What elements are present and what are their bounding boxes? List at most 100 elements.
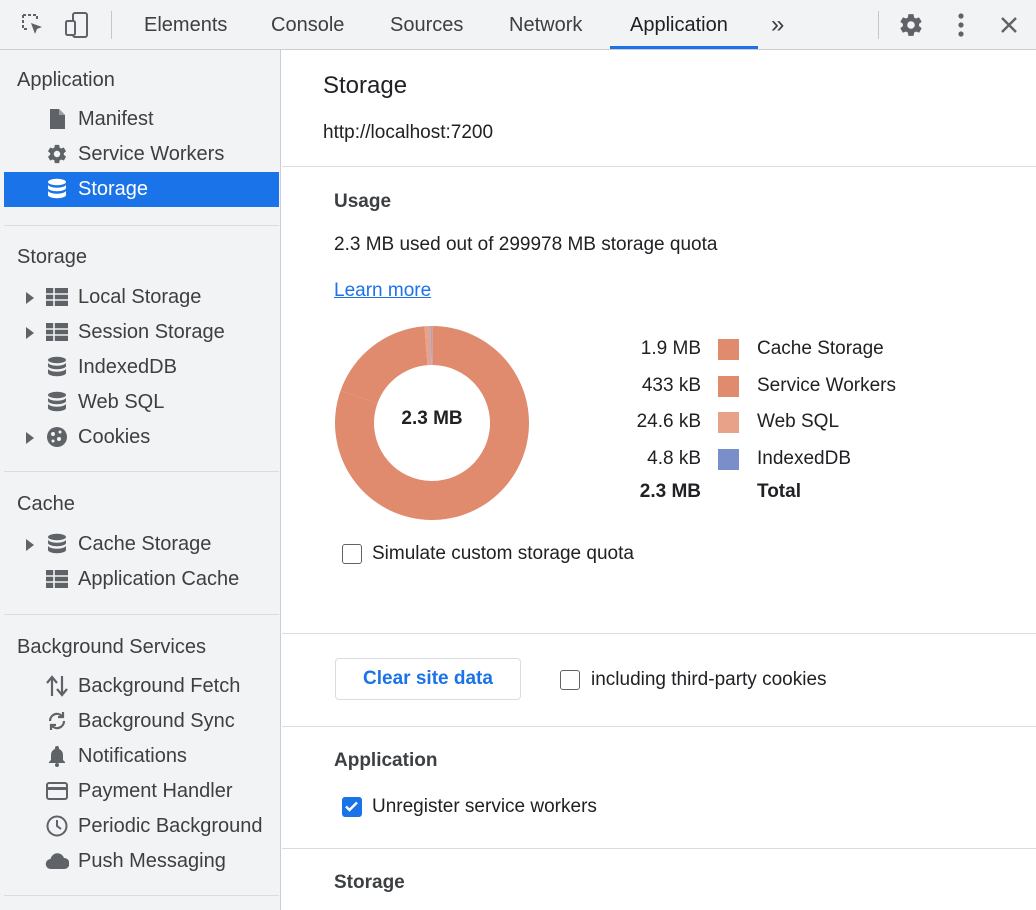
toolbar-separator [111, 11, 112, 39]
application-heading: Application [334, 750, 438, 771]
device-toolbar-icon[interactable] [60, 8, 94, 42]
donut-total-label: 2.3 MB [401, 408, 463, 429]
inspect-element-icon[interactable] [16, 8, 50, 42]
legend-value: 433 kB [641, 375, 701, 396]
sidebar-item-payment-handler[interactable]: Payment Handler [4, 774, 279, 809]
more-options-icon[interactable] [944, 8, 978, 42]
sidebar-divider [4, 471, 279, 472]
section-divider [282, 848, 1036, 849]
sidebar-item-service-workers[interactable]: Service Workers [4, 137, 279, 172]
sidebar-item-indexeddb[interactable]: IndexedDB [4, 350, 279, 385]
legend-value: 24.6 kB [636, 411, 701, 432]
usage-summary: 2.3 MB used out of 299978 MB storage quo… [334, 234, 718, 255]
simulate-quota-checkbox[interactable] [342, 544, 362, 564]
legend-value: 4.8 kB [647, 448, 701, 469]
close-icon[interactable] [992, 8, 1026, 42]
sidebar-item-background-fetch[interactable]: Background Fetch [4, 669, 279, 704]
storage-panel: Storage http://localhost:7200 Usage 2.3 … [282, 50, 1036, 910]
sidebar-item-session-storage[interactable]: Session Storage [4, 315, 279, 350]
expand-arrow-icon[interactable] [26, 292, 34, 304]
sidebar-divider [4, 225, 279, 226]
sidebar-item-cache-storage[interactable]: Cache Storage [4, 527, 279, 562]
sidebar-item-local-storage[interactable]: Local Storage [4, 280, 279, 315]
table-icon [45, 320, 69, 344]
sidebar-item-background-sync[interactable]: Background Sync [4, 704, 279, 739]
sidebar-section-cache: Cache [17, 493, 75, 515]
table-icon [45, 567, 69, 591]
legend-swatch [718, 376, 739, 397]
unregister-sw-label: Unregister service workers [372, 796, 597, 817]
third-party-cookies-checkbox[interactable] [560, 670, 580, 690]
sidebar-item-label: Push Messaging [78, 850, 226, 872]
clear-site-data-button[interactable]: Clear site data [335, 658, 521, 700]
sidebar-item-label: Payment Handler [78, 780, 233, 802]
sidebar-item-label: Notifications [78, 745, 187, 767]
learn-more-link[interactable]: Learn more [334, 280, 431, 302]
credit-card-icon [45, 779, 69, 803]
sidebar-item-notifications[interactable]: Notifications [4, 739, 279, 774]
tab-elements[interactable]: Elements [144, 0, 227, 49]
document-icon [45, 107, 69, 131]
legend-row: 4.8 kB IndexedDB [582, 444, 1002, 474]
sidebar-item-label: IndexedDB [78, 356, 177, 378]
sidebar-item-label: Background Fetch [78, 675, 241, 697]
sidebar-item-label: Background Sync [78, 710, 235, 732]
tab-sources[interactable]: Sources [390, 0, 463, 49]
sidebar-item-periodic-background[interactable]: Periodic Background [4, 809, 279, 844]
legend-row: 1.9 MB Cache Storage [582, 334, 1002, 364]
legend-total-row: 2.3 MB Total [582, 477, 1002, 507]
sidebar-item-label: Web SQL [78, 391, 165, 413]
tab-network[interactable]: Network [509, 0, 582, 49]
sidebar-item-label: Service Workers [78, 143, 225, 165]
section-divider [282, 633, 1036, 634]
storage-heading: Storage [334, 872, 405, 893]
legend-total-label: Total [757, 481, 801, 502]
simulate-quota-label: Simulate custom storage quota [372, 543, 634, 564]
sidebar-section-application: Application [17, 69, 115, 91]
tab-console[interactable]: Console [271, 0, 344, 49]
page-title: Storage [323, 72, 408, 99]
sync-icon [45, 709, 69, 733]
legend-label: Service Workers [757, 375, 897, 396]
cookie-icon [45, 425, 69, 449]
bell-icon [45, 744, 69, 768]
legend-label: Cache Storage [757, 338, 884, 359]
sidebar-item-application-cache[interactable]: Application Cache [4, 562, 279, 597]
legend-row: 433 kB Service Workers [582, 371, 1002, 401]
gear-icon [45, 142, 69, 166]
sidebar-item-label: Storage [78, 178, 149, 200]
expand-arrow-icon[interactable] [26, 327, 34, 339]
origin-url: http://localhost:7200 [323, 122, 494, 143]
legend-total-value: 2.3 MB [639, 481, 701, 502]
toolbar-separator [878, 11, 879, 39]
database-icon [45, 390, 69, 414]
sidebar-item-manifest[interactable]: Manifest [4, 102, 279, 137]
legend-value: 1.9 MB [640, 338, 701, 359]
unregister-sw-checkbox[interactable] [342, 797, 362, 817]
section-divider [282, 726, 1036, 727]
sidebar-item-storage[interactable]: Storage [4, 172, 279, 207]
sidebar-divider [4, 614, 279, 615]
database-icon [45, 355, 69, 379]
sidebar-item-push-messaging[interactable]: Push Messaging [4, 844, 279, 879]
table-icon [45, 285, 69, 309]
usage-heading: Usage [334, 191, 392, 212]
sidebar-item-cookies[interactable]: Cookies [4, 420, 279, 455]
up-down-arrows-icon [45, 674, 69, 698]
expand-arrow-icon[interactable] [26, 539, 34, 551]
sidebar-item-label: Periodic Background [78, 815, 263, 837]
tab-application[interactable]: Application [630, 0, 728, 49]
sidebar-item-label: Cookies [78, 426, 151, 448]
settings-gear-icon[interactable] [894, 8, 928, 42]
sidebar-section-storage: Storage [17, 246, 88, 268]
clock-icon [45, 814, 69, 838]
database-icon [45, 532, 69, 556]
legend-label: IndexedDB [757, 448, 852, 469]
legend-row: 24.6 kB Web SQL [582, 407, 1002, 437]
expand-arrow-icon[interactable] [26, 432, 34, 444]
sidebar-item-label: Session Storage [78, 321, 225, 343]
sidebar-item-web-sql[interactable]: Web SQL [4, 385, 279, 420]
more-tabs-button[interactable]: » [771, 0, 784, 49]
database-icon [45, 177, 69, 201]
cloud-icon [45, 849, 69, 873]
